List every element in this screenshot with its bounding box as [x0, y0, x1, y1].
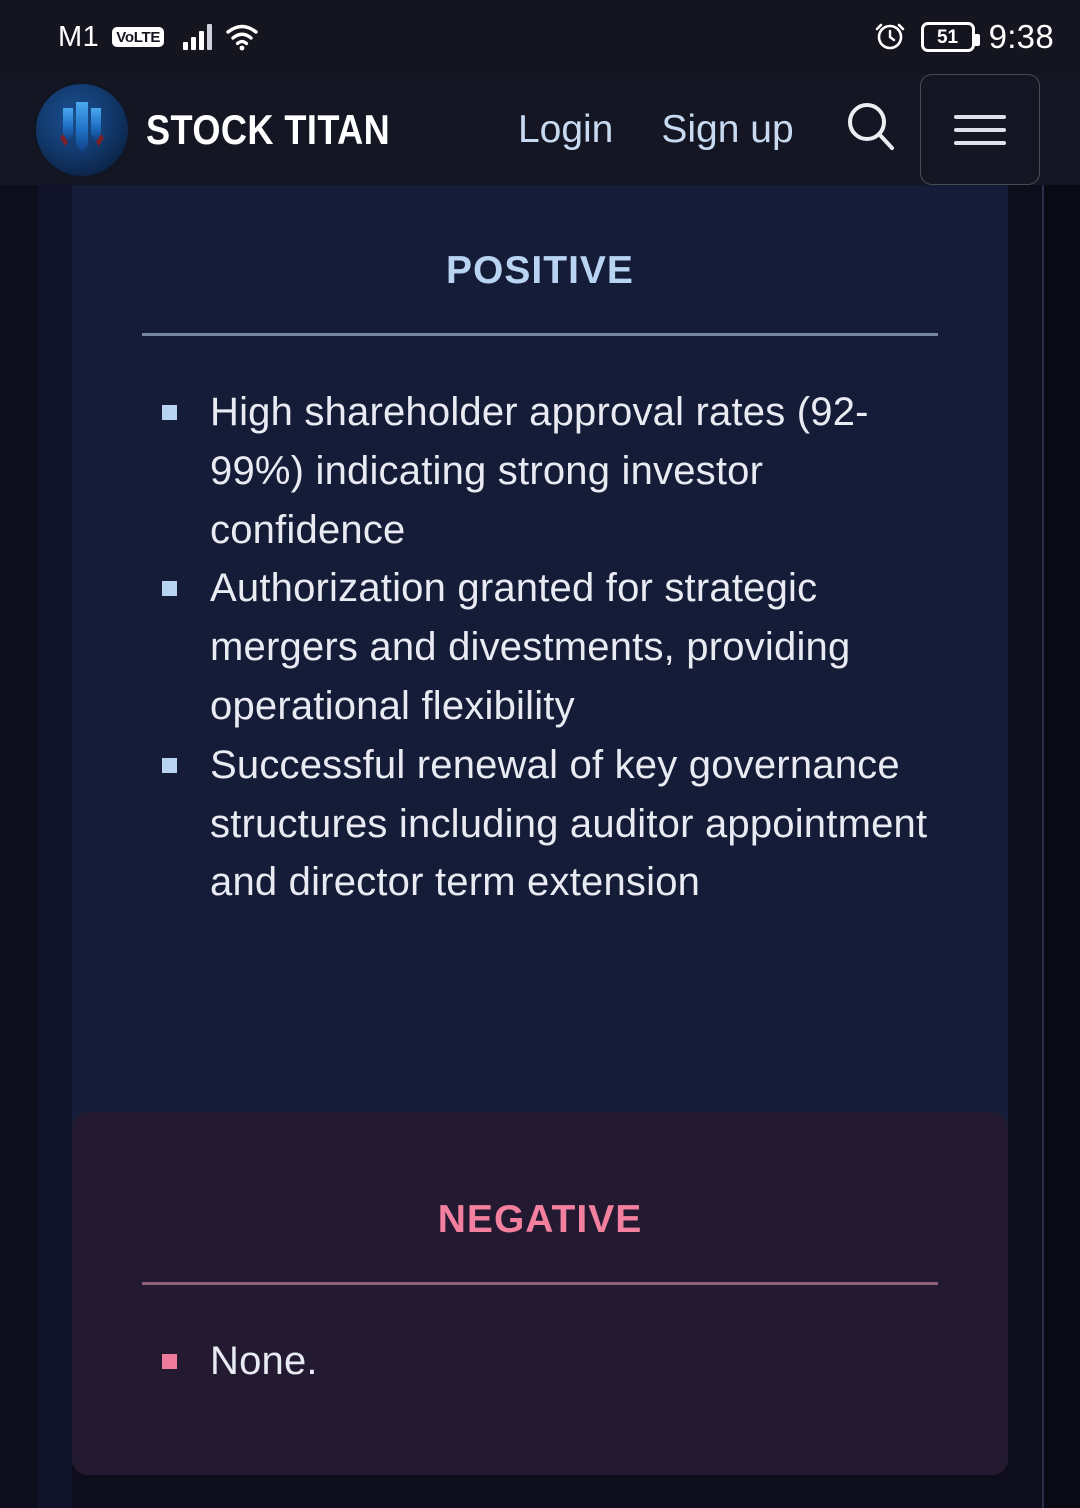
- list-item-text: Successful renewal of key governance str…: [210, 742, 928, 905]
- negative-card-title: Negative: [437, 1181, 643, 1244]
- hamburger-menu-icon-bar-2: [953, 127, 1006, 132]
- signal-bars-icon: [183, 24, 213, 50]
- hamburger-menu-button[interactable]: [919, 74, 1040, 185]
- list-item-text: Authorization granted for strategic merg…: [210, 566, 851, 728]
- stock-titan-logo-icon: [36, 83, 128, 176]
- negative-card-divider: [142, 1282, 938, 1285]
- page-content: Positive High shareholder approval rates…: [0, 185, 1080, 1508]
- positive-card: Positive High shareholder approval rates…: [72, 185, 1008, 1247]
- scrollbar-track[interactable]: [1042, 185, 1044, 1508]
- positive-card-title: Positive: [446, 232, 634, 295]
- negative-card: Negative None.: [72, 1112, 1008, 1475]
- wifi-icon: [225, 23, 259, 51]
- battery-icon: 51: [920, 22, 980, 52]
- volte-badge: VoLTE: [112, 27, 165, 47]
- bullet-square-icon: [162, 757, 177, 773]
- status-bar-right: 51 9:38: [873, 18, 1054, 57]
- brand-name: STOCK TITAN: [146, 105, 391, 153]
- positive-bullet-list: High shareholder approval rates (92-99%)…: [142, 383, 938, 912]
- status-bar-left: M1 VoLTE: [58, 21, 259, 54]
- negative-bullet-list: None.: [142, 1332, 938, 1391]
- status-bar: M1 VoLTE 51 9:38: [0, 0, 1080, 74]
- list-item-text: High shareholder approval rates (92-99%)…: [210, 390, 869, 552]
- list-item: High shareholder approval rates (92-99%)…: [162, 383, 938, 559]
- header-nav: Login Sign up: [494, 108, 818, 152]
- bullet-square-icon: [162, 405, 177, 420]
- bullet-square-icon: [162, 581, 177, 597]
- left-gutter: [38, 185, 72, 1508]
- bullet-square-icon: [162, 1354, 177, 1369]
- carrier-label: M1: [58, 20, 100, 53]
- positive-card-divider: [142, 333, 938, 336]
- list-item: None.: [162, 1332, 938, 1391]
- signup-link[interactable]: Sign up: [637, 108, 817, 152]
- hamburger-menu-icon: [953, 114, 1006, 119]
- login-link[interactable]: Login: [494, 108, 637, 152]
- brand-logo-link[interactable]: STOCK TITAN: [36, 83, 430, 176]
- right-background-strip: [1044, 185, 1080, 1508]
- search-icon: [842, 98, 900, 161]
- site-header: STOCK TITAN Login Sign up: [0, 74, 1080, 185]
- hamburger-menu-icon-bar-3: [953, 140, 1006, 145]
- alarm-clock-icon: [873, 18, 907, 57]
- list-item: Authorization granted for strategic merg…: [162, 559, 938, 735]
- list-item-text: None.: [210, 1339, 318, 1383]
- status-bar-clock: 9:38: [988, 18, 1054, 55]
- list-item: Successful renewal of key governance str…: [162, 736, 938, 912]
- battery-level-label: 51: [936, 26, 959, 48]
- search-button[interactable]: [840, 99, 902, 161]
